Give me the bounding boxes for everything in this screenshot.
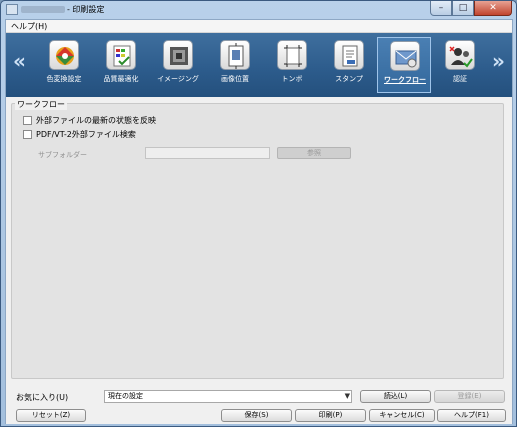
- app-icon: [6, 4, 18, 15]
- pdfvt-search-label: PDF/VT-2外部ファイル検索: [36, 130, 136, 139]
- menu-bar: ヘルプ(H): [6, 20, 512, 33]
- dialog-client-area: ヘルプ(H) « 色変換設定 品質最適化 イメージング 画像位置 トンボ スタン…: [5, 19, 513, 424]
- tool-authentication[interactable]: 認証: [433, 37, 487, 93]
- stamp-icon: [334, 40, 364, 70]
- title-redacted: [21, 6, 65, 13]
- tool-label: イメージング: [157, 75, 199, 83]
- window-title: - 印刷設定: [67, 5, 105, 14]
- favorites-selected-value: 現在の設定: [108, 392, 143, 400]
- cancel-button[interactable]: キャンセル(C): [369, 409, 435, 422]
- tool-image-position[interactable]: 画像位置: [208, 37, 262, 93]
- title-bar[interactable]: - 印刷設定 – □ ✕: [1, 1, 516, 19]
- color-conversion-icon: [49, 40, 79, 70]
- tool-stamp[interactable]: スタンプ: [322, 37, 376, 93]
- pdfvt-search-checkbox[interactable]: [23, 130, 32, 139]
- save-button[interactable]: 保存(S): [221, 409, 292, 422]
- image-position-icon: [220, 40, 250, 70]
- help-button[interactable]: ヘルプ(F1): [437, 409, 506, 422]
- crop-marks-icon: [277, 40, 307, 70]
- subfolder-label: サブフォルダー: [38, 151, 87, 159]
- reflect-latest-checkbox[interactable]: [23, 116, 32, 125]
- option-reflect-latest[interactable]: 外部ファイルの最新の状態を反映: [23, 115, 156, 126]
- maximize-button[interactable]: □: [452, 1, 474, 16]
- bottom-bar: お気に入り(U) 現在の設定 ▼ 読込(L) 登録(E) リセット(Z) 保存(…: [6, 388, 512, 424]
- favorites-label: お気に入り(U): [16, 393, 69, 402]
- caption-buttons: – □ ✕: [430, 1, 512, 16]
- tool-label: 画像位置: [221, 75, 249, 83]
- register-favorite-button: 登録(E): [434, 390, 505, 403]
- workflow-panel: 外部ファイルの最新の状態を反映 PDF/VT-2外部ファイル検索 サブフォルダー…: [6, 97, 512, 388]
- tool-label: 認証: [453, 75, 467, 83]
- authentication-icon: [445, 40, 475, 70]
- workflow-group: 外部ファイルの最新の状態を反映 PDF/VT-2外部ファイル検索 サブフォルダー…: [11, 103, 504, 379]
- tool-label: ワークフロー: [384, 76, 426, 84]
- tool-quality-optimize[interactable]: 品質最適化: [94, 37, 148, 93]
- tool-imaging[interactable]: イメージング: [151, 37, 205, 93]
- print-settings-window: - 印刷設定 – □ ✕ ヘルプ(H) « 色変換設定 品質最適化 イメージング…: [0, 0, 517, 427]
- category-toolbar: « 色変換設定 品質最適化 イメージング 画像位置 トンボ スタンプ ワークフロ…: [6, 33, 512, 97]
- group-title: ワークフロー: [15, 99, 67, 110]
- browse-button: 参照: [277, 147, 351, 159]
- reset-button[interactable]: リセット(Z): [16, 409, 86, 422]
- tool-label: 色変換設定: [46, 75, 82, 83]
- imaging-icon: [163, 40, 193, 70]
- subfolder-input: [145, 147, 270, 159]
- dropdown-arrow-icon: ▼: [344, 392, 350, 400]
- tool-crop-marks[interactable]: トンボ: [265, 37, 319, 93]
- quality-optimize-icon: [106, 40, 136, 70]
- workflow-icon: [390, 41, 420, 71]
- tool-workflow[interactable]: ワークフロー: [377, 37, 431, 93]
- reflect-latest-label: 外部ファイルの最新の状態を反映: [36, 116, 156, 125]
- close-button[interactable]: ✕: [474, 1, 512, 16]
- tool-label: スタンプ: [335, 75, 363, 83]
- print-button[interactable]: 印刷(P): [295, 409, 366, 422]
- minimize-button[interactable]: –: [430, 1, 452, 16]
- scroll-right-button[interactable]: »: [492, 49, 505, 73]
- tool-color-conversion[interactable]: 色変換設定: [37, 37, 91, 93]
- tool-label: 品質最適化: [103, 75, 139, 83]
- menu-help[interactable]: ヘルプ(H): [8, 21, 50, 32]
- favorites-select[interactable]: 現在の設定 ▼: [104, 390, 352, 403]
- tool-label: トンボ: [281, 75, 303, 83]
- load-button[interactable]: 読込(L): [360, 390, 431, 403]
- scroll-left-button[interactable]: «: [13, 49, 26, 73]
- option-pdfvt-search[interactable]: PDF/VT-2外部ファイル検索: [23, 129, 136, 140]
